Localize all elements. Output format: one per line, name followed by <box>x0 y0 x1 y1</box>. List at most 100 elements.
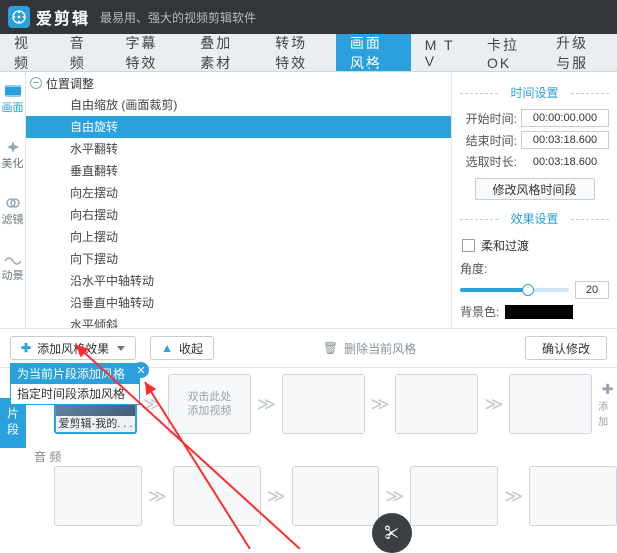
effects-group-title: 位置调整 <box>46 75 94 92</box>
delete-style-label: 删除当前风格 <box>344 340 416 357</box>
wave-icon <box>5 253 21 265</box>
tab-video[interactable]: 视 频 <box>0 34 56 71</box>
arrow-icon: ≫ <box>484 394 503 415</box>
tab-overlay[interactable]: 叠加素材 <box>186 34 261 71</box>
sidecat-beauty[interactable]: 美化 <box>0 128 25 184</box>
tab-mtv[interactable]: M T V <box>411 34 473 71</box>
duration-label: 选取时长: <box>466 153 517 170</box>
sidecat-beauty-label: 美化 <box>2 155 24 171</box>
arrow-icon: ≫ <box>504 486 523 507</box>
arrow-icon: ≫ <box>257 394 276 415</box>
time-section-title: 时间设置 <box>460 84 609 101</box>
confirm-button[interactable]: 确认修改 <box>525 336 607 360</box>
cut-fab-button[interactable] <box>372 513 412 553</box>
collapse-button[interactable]: ▲ 收起 <box>150 336 214 360</box>
effect-item[interactable]: 自由旋转 <box>26 116 451 138</box>
sidecat-motion-label: 动景 <box>2 267 24 283</box>
audio-slot[interactable] <box>292 466 380 526</box>
start-time-input[interactable]: 00:00:00.000 <box>521 109 609 127</box>
effect-item[interactable]: 沿水平中轴转动 <box>26 270 451 292</box>
duration-value: 00:03:18.600 <box>521 156 609 168</box>
frame-icon <box>5 85 21 97</box>
soft-transition-label: 柔和过渡 <box>481 237 529 254</box>
sidecat-frame[interactable]: 画面 <box>0 72 25 128</box>
checkbox-icon <box>462 239 475 252</box>
add-track-button[interactable]: ✚添加 <box>598 381 617 428</box>
effect-item[interactable]: 向右摆动 <box>26 204 451 226</box>
sidecat-motion[interactable]: 动景 <box>0 240 25 296</box>
effect-item[interactable]: 向下摆动 <box>26 248 451 270</box>
fx-section-title: 效果设置 <box>460 210 609 227</box>
add-video-hint: 双击此处添加视频 <box>187 390 231 418</box>
plus-icon: ✚ <box>21 341 31 355</box>
audio-slot[interactable] <box>173 466 261 526</box>
empty-slot[interactable] <box>509 374 592 434</box>
empty-slot[interactable] <box>282 374 365 434</box>
add-style-label: 添加风格效果 <box>37 340 109 357</box>
filter-icon <box>5 197 21 209</box>
app-logo-icon <box>8 6 30 28</box>
main-tabbar: 视 频 音 频 字幕特效 叠加素材 转场特效 画面风格 M T V 卡拉OK 升… <box>0 34 617 72</box>
angle-slider[interactable] <box>460 288 569 292</box>
delete-style-button[interactable]: 🗑 删除当前风格 <box>323 340 416 357</box>
add-video-slot[interactable]: 双击此处添加视频 <box>168 374 251 434</box>
effect-item[interactable]: 水平翻转 <box>26 138 451 160</box>
effects-group-header[interactable]: – 位置调整 <box>26 72 451 94</box>
sidecat-filter-label: 滤镜 <box>2 211 24 227</box>
arrow-icon: ≫ <box>371 394 390 415</box>
plus-icon: ✚ <box>602 381 614 398</box>
bgcolor-label: 背景色: <box>460 303 499 320</box>
add-style-menu: 为当前片段添加风格 指定时间段添加风格 ✕ <box>10 363 140 405</box>
angle-label: 角度: <box>460 260 487 277</box>
scissors-icon <box>382 523 402 543</box>
soft-transition-checkbox[interactable]: 柔和过渡 <box>462 237 609 254</box>
side-category-bar: 画面 美化 滤镜 动景 <box>0 72 26 328</box>
settings-panel: 时间设置 开始时间:00:00:00.000 结束时间:00:03:18.600… <box>452 72 617 328</box>
empty-slot[interactable] <box>395 374 478 434</box>
tab-style[interactable]: 画面风格 <box>336 34 411 71</box>
tab-subtitle[interactable]: 字幕特效 <box>111 34 186 71</box>
start-time-label: 开始时间: <box>466 110 517 127</box>
angle-input[interactable]: 20 <box>575 281 609 299</box>
timeline-side-tab[interactable]: 片段 <box>0 398 26 448</box>
effects-list[interactable]: 自由缩放 (画面裁剪) 自由旋转 水平翻转 垂直翻转 向左摆动 向右摆动 向上摆… <box>26 94 451 328</box>
collapse-group-icon[interactable]: – <box>30 77 42 89</box>
menu-add-timerange[interactable]: 指定时间段添加风格 <box>11 384 139 404</box>
app-name: 爱剪辑 <box>36 5 90 29</box>
collapse-icon: ▲ <box>161 341 173 355</box>
arrow-icon: ≫ <box>385 486 404 507</box>
collapse-label: 收起 <box>179 340 203 357</box>
audio-slot[interactable] <box>529 466 617 526</box>
clip-caption: 爱剪辑-我的. . . <box>56 416 135 432</box>
effect-item[interactable]: 向上摆动 <box>26 226 451 248</box>
sparkle-icon <box>5 141 21 153</box>
add-track-label: 添加 <box>598 398 617 428</box>
add-style-button[interactable]: ✚ 添加风格效果 <box>10 336 136 360</box>
arrow-icon: ≫ <box>267 486 286 507</box>
tab-audio[interactable]: 音 频 <box>56 34 112 71</box>
dropdown-icon <box>117 346 125 351</box>
effect-item[interactable]: 垂直翻转 <box>26 160 451 182</box>
tab-transition[interactable]: 转场特效 <box>261 34 336 71</box>
sidecat-frame-label: 画面 <box>2 99 24 115</box>
arrow-icon: ≫ <box>143 394 162 415</box>
effect-item[interactable]: 向左摆动 <box>26 182 451 204</box>
audio-slot[interactable] <box>54 466 142 526</box>
tab-karaoke[interactable]: 卡拉OK <box>473 34 542 71</box>
trash-icon: 🗑 <box>323 341 338 355</box>
end-time-input[interactable]: 00:03:18.600 <box>521 131 609 149</box>
menu-close-button[interactable]: ✕ <box>133 362 149 378</box>
menu-add-current-clip[interactable]: 为当前片段添加风格 <box>11 364 139 384</box>
app-subtitle: 最易用、强大的视频剪辑软件 <box>100 9 256 26</box>
bgcolor-swatch[interactable] <box>505 305 573 319</box>
effect-item[interactable]: 沿垂直中轴转动 <box>26 292 451 314</box>
audio-slot[interactable] <box>410 466 498 526</box>
sidecat-filter[interactable]: 滤镜 <box>0 184 25 240</box>
end-time-label: 结束时间: <box>466 132 517 149</box>
effect-item[interactable]: 水平倾斜 <box>26 314 451 328</box>
effect-item[interactable]: 自由缩放 (画面裁剪) <box>26 94 451 116</box>
tab-upgrade[interactable]: 升级与服 <box>542 34 617 71</box>
modify-time-button[interactable]: 修改风格时间段 <box>475 178 595 200</box>
slider-thumb-icon[interactable] <box>522 284 534 296</box>
arrow-icon: ≫ <box>148 486 167 507</box>
